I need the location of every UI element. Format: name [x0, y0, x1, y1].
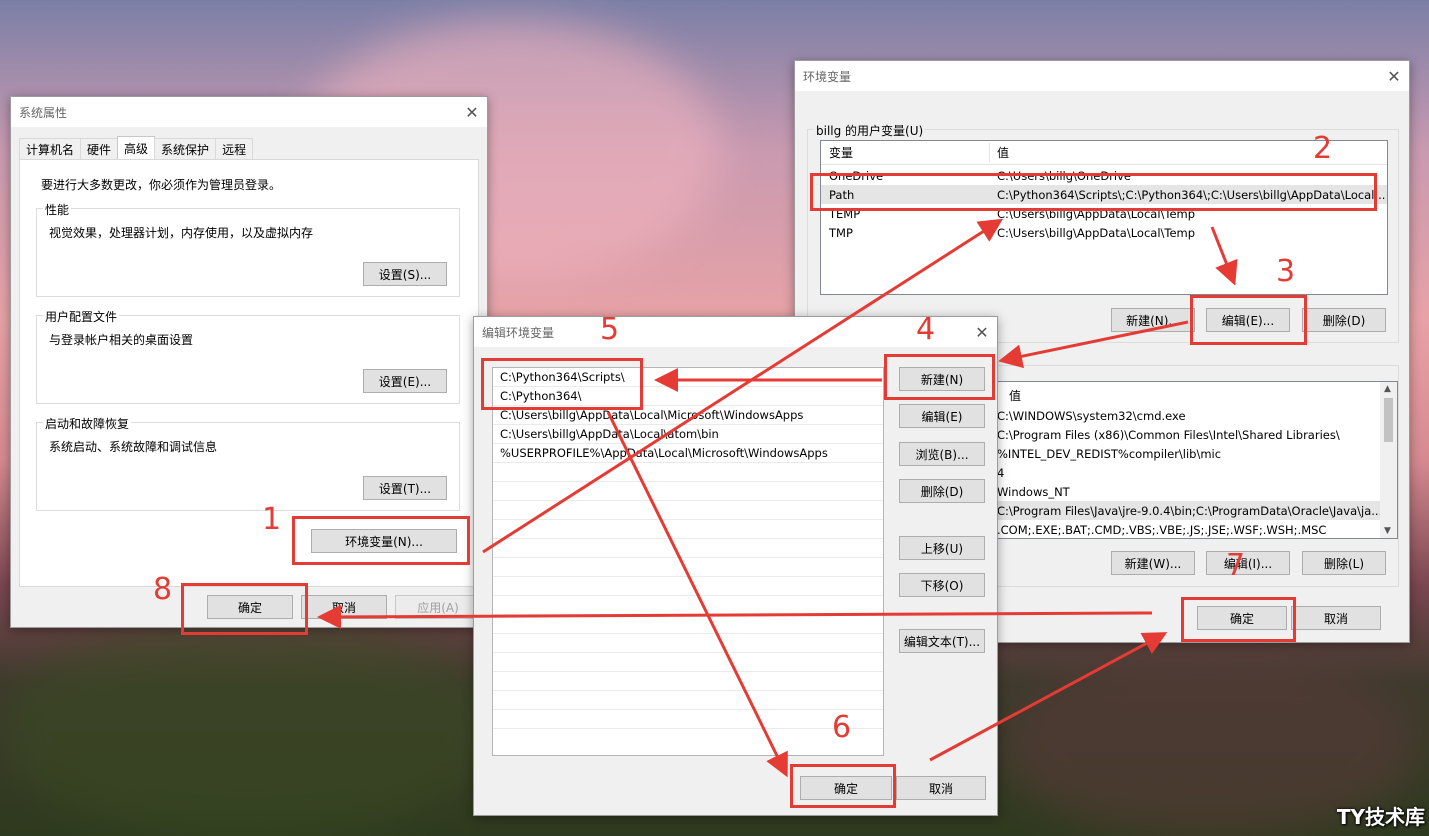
var-value: %INTEL_DEV_REDIST%compiler\lib\mic	[997, 446, 1222, 461]
user-profile-settings-button[interactable]: 设置(E)...	[363, 369, 447, 393]
user-var-row-tmp[interactable]: TMP C:\Users\billg\AppData\Local\Temp	[821, 223, 1387, 242]
user-new-button[interactable]: 新建(N)...	[1111, 308, 1195, 332]
empty-row[interactable]	[493, 577, 883, 596]
editenv-delete-button[interactable]: 删除(D)	[899, 479, 985, 503]
annotation-number-8: 8	[153, 572, 173, 607]
tab-system-protection[interactable]: 系统保护	[154, 138, 217, 159]
var-value: C:\Program Files (x86)\Common Files\Inte…	[997, 427, 1340, 442]
path-entry[interactable]: C:\Users\billg\AppData\Local\atom\bin	[493, 425, 883, 444]
tab-hardware[interactable]: 硬件	[80, 138, 119, 159]
user-profile-label: 用户配置文件	[43, 308, 120, 325]
annotation-box-8	[181, 583, 308, 635]
window-title: 编辑环境变量	[482, 325, 555, 340]
path-entries-list[interactable]: C:\Python364\Scripts\ C:\Python364\ C:\U…	[492, 367, 884, 756]
tab-computer-name[interactable]: 计算机名	[19, 138, 82, 159]
scroll-up-icon[interactable]: ▲	[1384, 384, 1391, 394]
var-value: C:\Program Files\Java\jre-9.0.4\bin;C:\P…	[997, 503, 1383, 518]
empty-row[interactable]	[493, 463, 883, 482]
sys-delete-button[interactable]: 删除(L)	[1302, 551, 1386, 575]
empty-row[interactable]	[493, 596, 883, 615]
startup-recovery-desc: 系统启动、系统故障和调试信息	[49, 440, 218, 454]
annotation-box-5	[481, 358, 643, 410]
empty-row[interactable]	[493, 520, 883, 539]
system-properties-titlebar: 系统属性 ✕	[11, 97, 487, 127]
annotation-box-2	[810, 173, 1377, 211]
annotation-box-6	[790, 764, 896, 808]
empty-row[interactable]	[493, 501, 883, 520]
var-value: C:\WINDOWS\system32\cmd.exe	[997, 408, 1186, 423]
close-icon[interactable]: ✕	[967, 317, 997, 347]
tab-remote[interactable]: 远程	[215, 138, 254, 159]
sys-column-value[interactable]: 值	[1009, 387, 1021, 404]
editenv-edit-button[interactable]: 编辑(E)	[899, 404, 985, 428]
annotation-number-5: 5	[600, 312, 620, 347]
empty-row[interactable]	[493, 634, 883, 653]
editenv-move-up-button[interactable]: 上移(U)	[899, 536, 985, 560]
var-value: 4	[997, 465, 1005, 480]
empty-row[interactable]	[493, 691, 883, 710]
performance-desc: 视觉效果，处理器计划，内存使用，以及虚拟内存	[49, 226, 314, 240]
scroll-down-icon[interactable]: ▼	[1384, 526, 1391, 536]
close-icon[interactable]: ✕	[457, 97, 487, 127]
sysprops-apply-button[interactable]: 应用(A)	[395, 595, 481, 619]
empty-row[interactable]	[493, 710, 883, 729]
user-variables-group: billg 的用户变量(U) 变量 值 OneDrive C:\Users\bi…	[807, 122, 1399, 343]
editenv-edit-text-button[interactable]: 编辑文本(T)...	[899, 629, 985, 653]
empty-row[interactable]	[493, 482, 883, 501]
var-value: Windows_NT	[997, 484, 1070, 499]
watermark: TY技术库	[1336, 805, 1425, 829]
annotation-number-3: 3	[1276, 254, 1296, 289]
editenv-cancel-button[interactable]: 取消	[896, 776, 986, 800]
startup-recovery-settings-button[interactable]: 设置(T)...	[363, 476, 447, 500]
annotation-box-3	[1190, 295, 1307, 345]
performance-group: 性能 视觉效果，处理器计划，内存使用，以及虚拟内存 设置(S)...	[36, 201, 460, 297]
sysprops-cancel-button[interactable]: 取消	[301, 595, 387, 619]
sys-edit-button[interactable]: 编辑(I)...	[1206, 551, 1290, 575]
annotation-box-4	[884, 354, 995, 400]
vertical-scrollbar[interactable]: ▲ ▼	[1380, 382, 1397, 538]
envvars-cancel-button[interactable]: 取消	[1291, 606, 1381, 630]
empty-row[interactable]	[493, 558, 883, 577]
editenv-move-down-button[interactable]: 下移(O)	[899, 573, 985, 597]
envvars-titlebar: 环境变量 ✕	[795, 61, 1409, 91]
startup-recovery-label: 启动和故障恢复	[43, 415, 132, 432]
var-value: C:\Users\billg\AppData\Local\Temp	[997, 225, 1196, 240]
user-profile-group: 用户配置文件 与登录帐户相关的桌面设置 设置(E)...	[36, 308, 460, 404]
annotation-number-7: 7	[1226, 548, 1246, 583]
close-icon[interactable]: ✕	[1379, 61, 1409, 91]
scrollbar-thumb[interactable]	[1384, 398, 1393, 442]
user-variables-label: billg 的用户变量(U)	[814, 122, 926, 139]
empty-row[interactable]	[493, 615, 883, 634]
window-title: 环境变量	[803, 69, 852, 84]
empty-row[interactable]	[493, 653, 883, 672]
annotation-number-6: 6	[832, 710, 852, 745]
annotation-box-7	[1181, 597, 1296, 642]
window-title: 系统属性	[19, 105, 68, 120]
user-delete-button[interactable]: 删除(D)	[1302, 308, 1386, 332]
user-profile-desc: 与登录帐户相关的桌面设置	[49, 333, 194, 347]
performance-settings-button[interactable]: 设置(S)...	[363, 262, 447, 286]
sys-new-button[interactable]: 新建(W)...	[1111, 551, 1195, 575]
var-value: .COM;.EXE;.BAT;.CMD;.VBS;.VBE;.JS;.JSE;.…	[997, 522, 1327, 537]
empty-row[interactable]	[493, 539, 883, 558]
bg-cloud	[0, 620, 500, 836]
var-name: TMP	[829, 225, 853, 240]
annotation-box-1	[292, 516, 470, 565]
empty-row[interactable]	[493, 672, 883, 691]
column-value[interactable]: 值	[997, 144, 1009, 161]
annotation-number-2: 2	[1313, 131, 1333, 166]
column-variable[interactable]: 变量	[829, 144, 853, 161]
performance-label: 性能	[43, 201, 72, 218]
user-variables-list[interactable]: 变量 值 OneDrive C:\Users\billg\OneDrive Pa…	[820, 140, 1388, 295]
startup-recovery-group: 启动和故障恢复 系统启动、系统故障和调试信息 设置(T)...	[36, 415, 460, 511]
annotation-number-1: 1	[262, 502, 282, 537]
list-header: 变量 值	[821, 141, 1387, 165]
annotation-number-4: 4	[916, 312, 936, 347]
path-entry[interactable]: %USERPROFILE%\AppData\Local\Microsoft\Wi…	[493, 444, 883, 463]
editenv-browse-button[interactable]: 浏览(B)...	[899, 442, 985, 466]
admin-note: 要进行大多数更改，你必须作为管理员登录。	[41, 178, 282, 192]
tab-advanced[interactable]: 高级	[117, 136, 156, 159]
